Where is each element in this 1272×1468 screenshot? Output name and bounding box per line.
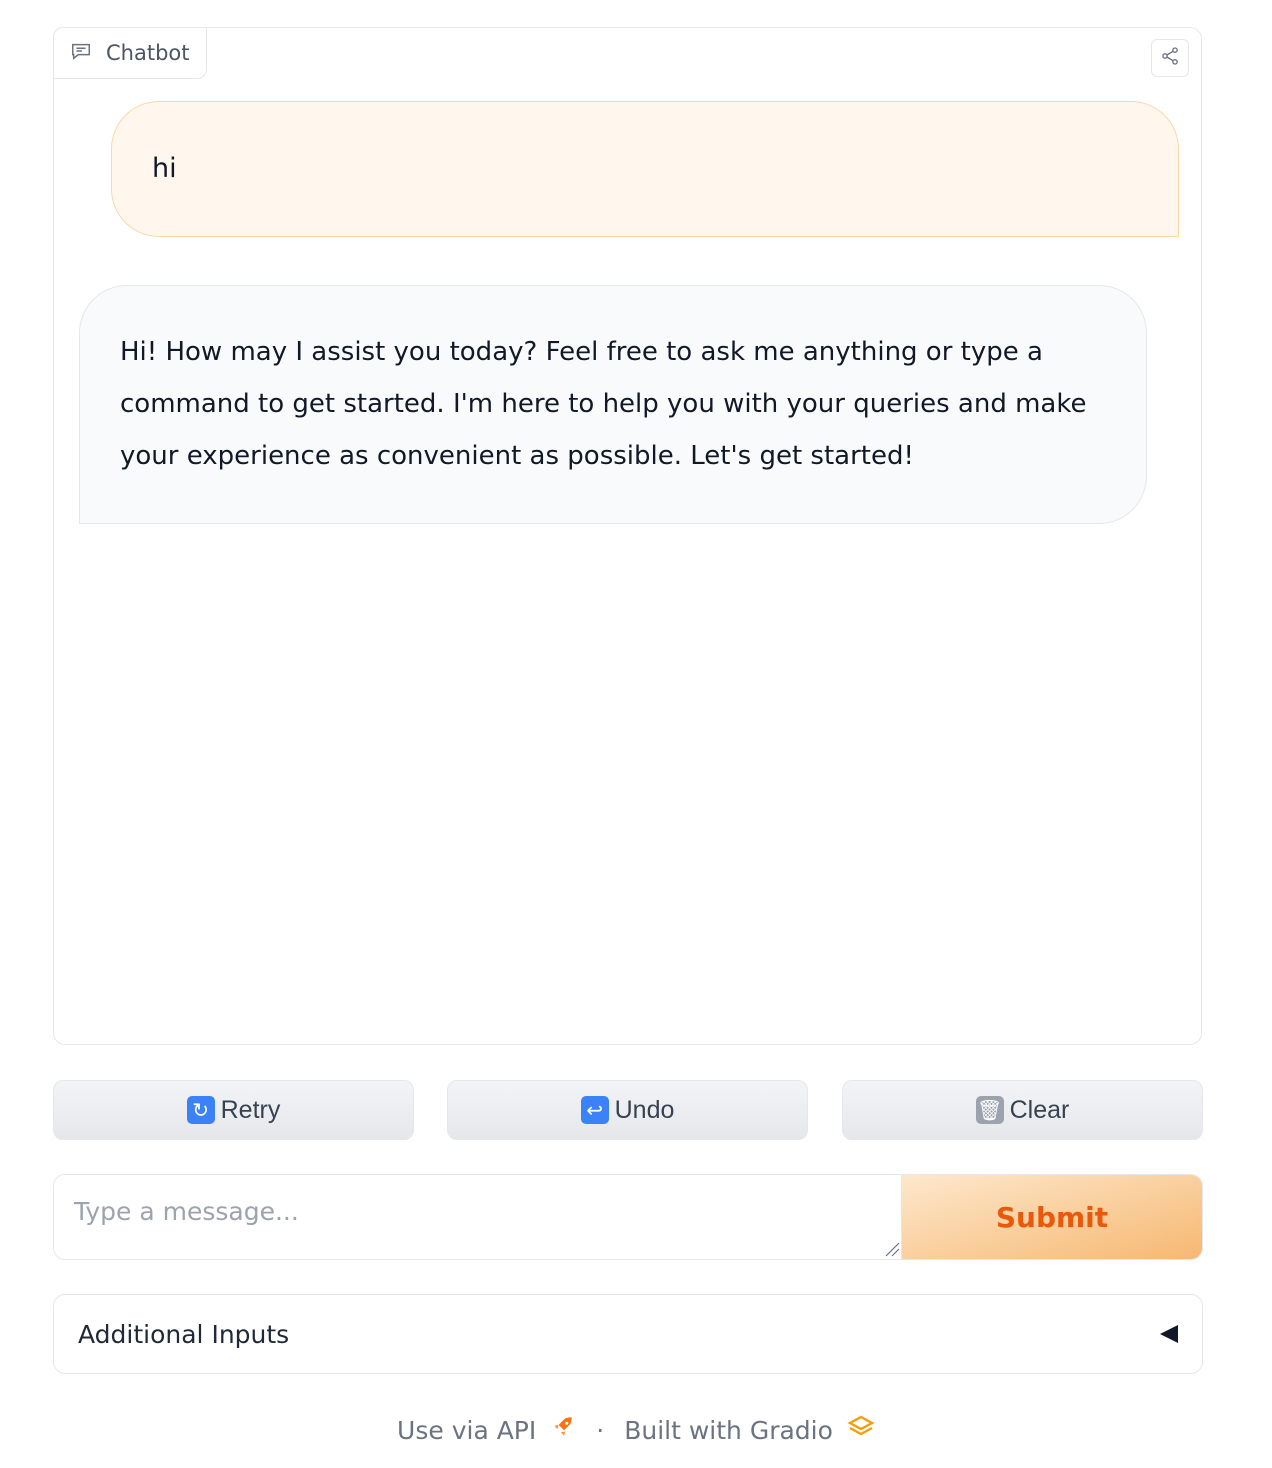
gradio-logo-icon xyxy=(847,1414,875,1446)
retry-button[interactable]: ↻ Retry xyxy=(53,1080,414,1140)
footer: Use via API · Built with Gradio xyxy=(0,1408,1272,1452)
collapse-triangle-icon xyxy=(1160,1325,1178,1343)
built-with-gradio-link[interactable]: Built with Gradio xyxy=(624,1416,833,1445)
use-via-api-link[interactable]: Use via API xyxy=(397,1416,536,1445)
chat-bubble-icon xyxy=(70,40,92,67)
chatbot-label-text: Chatbot xyxy=(106,41,190,65)
retry-icon: ↻ xyxy=(186,1096,215,1124)
rocket-icon xyxy=(550,1414,576,1446)
submit-button[interactable]: Submit xyxy=(901,1175,1202,1259)
retry-label: Retry xyxy=(220,1095,281,1124)
share-button[interactable] xyxy=(1151,39,1189,77)
message-input-row: Submit xyxy=(53,1174,1203,1260)
resize-handle-icon[interactable] xyxy=(884,1241,900,1257)
undo-icon: ↩ xyxy=(580,1096,609,1124)
clear-label: Clear xyxy=(1009,1095,1070,1124)
additional-inputs-accordion[interactable]: Additional Inputs xyxy=(53,1294,1203,1374)
accordion-label: Additional Inputs xyxy=(78,1319,290,1349)
action-buttons: ↻ Retry ↩ Undo 🗑 Clear xyxy=(53,1080,1203,1140)
bot-message-text: Hi! How may I assist you today? Feel fre… xyxy=(120,337,1087,471)
trash-icon: 🗑 xyxy=(975,1096,1004,1124)
chatbot-panel: Chatbot hi Hi! How may I assist you toda… xyxy=(53,27,1202,1045)
undo-label: Undo xyxy=(614,1095,675,1124)
user-message: hi xyxy=(111,101,1179,237)
footer-separator: · xyxy=(596,1415,605,1445)
share-icon xyxy=(1160,46,1180,70)
undo-button[interactable]: ↩ Undo xyxy=(447,1080,808,1140)
message-input[interactable] xyxy=(54,1175,902,1259)
user-message-text: hi xyxy=(152,153,177,184)
bot-message: Hi! How may I assist you today? Feel fre… xyxy=(79,285,1147,524)
clear-button[interactable]: 🗑 Clear xyxy=(842,1080,1203,1140)
chatbot-label: Chatbot xyxy=(53,27,207,79)
